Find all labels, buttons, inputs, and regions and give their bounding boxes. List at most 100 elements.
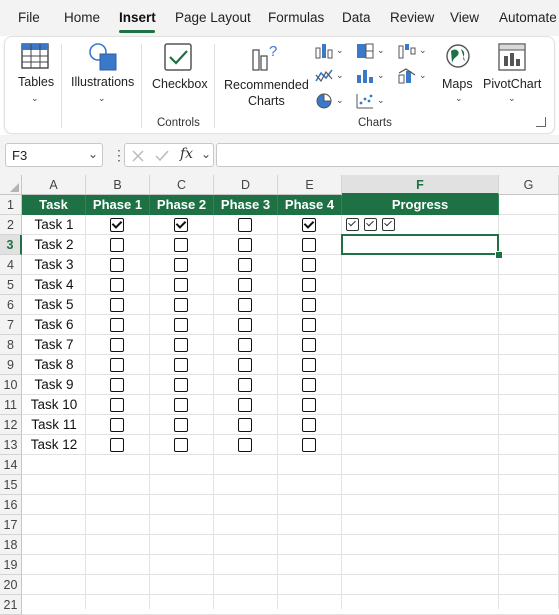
table-header-phase-2[interactable]: Phase 2 — [150, 195, 214, 215]
phase-4-checkbox[interactable] — [302, 338, 316, 352]
phase-1-checkbox[interactable] — [110, 258, 124, 272]
task-name-cell[interactable]: Task 4 — [22, 275, 86, 295]
row-header-11[interactable]: 11 — [0, 395, 22, 415]
phase-1-checkbox[interactable] — [110, 378, 124, 392]
selected-cell-f3[interactable] — [341, 234, 499, 255]
chevron-down-icon[interactable]: ⌄ — [88, 147, 98, 161]
task-name-cell[interactable]: Task 3 — [22, 255, 86, 275]
column-header-c[interactable]: C — [150, 175, 214, 195]
pivotchart-dropdown-icon[interactable]: ⌄ — [508, 93, 516, 104]
column-header-a[interactable]: A — [22, 175, 86, 195]
line-chart-button[interactable]: ⌄ — [314, 67, 346, 87]
row-header-20[interactable]: 20 — [0, 575, 22, 595]
row-header-18[interactable]: 18 — [0, 535, 22, 555]
phase-4-checkbox[interactable] — [302, 258, 316, 272]
row-header-5[interactable]: 5 — [0, 275, 22, 295]
row-header-9[interactable]: 9 — [0, 355, 22, 375]
statistic-chart-button[interactable]: ⌄ — [355, 67, 387, 87]
phase-2-checkbox[interactable] — [174, 338, 188, 352]
phase-2-checkbox[interactable] — [174, 398, 188, 412]
row-header-2[interactable]: 2 — [0, 215, 22, 235]
phase-1-checkbox[interactable] — [110, 398, 124, 412]
phase-2-checkbox[interactable] — [174, 418, 188, 432]
phase-2-checkbox[interactable] — [174, 218, 188, 232]
task-name-cell[interactable]: Task 12 — [22, 435, 86, 455]
phase-3-checkbox[interactable] — [238, 378, 252, 392]
phase-2-checkbox[interactable] — [174, 238, 188, 252]
phase-2-checkbox[interactable] — [174, 258, 188, 272]
row-header-12[interactable]: 12 — [0, 415, 22, 435]
row-header-1[interactable]: 1 — [0, 195, 22, 215]
column-chart-button[interactable]: ⌄ — [314, 42, 346, 62]
dialog-launcher-icon[interactable] — [536, 117, 546, 127]
column-header-e[interactable]: E — [278, 175, 342, 195]
table-header-task[interactable]: Task — [22, 195, 86, 215]
cancel-icon[interactable] — [131, 149, 145, 163]
menu-insert[interactable]: Insert — [119, 10, 156, 25]
task-name-cell[interactable]: Task 6 — [22, 315, 86, 335]
row-header-10[interactable]: 10 — [0, 375, 22, 395]
phase-3-checkbox[interactable] — [238, 278, 252, 292]
phase-1-checkbox[interactable] — [110, 298, 124, 312]
row-header-14[interactable]: 14 — [0, 455, 22, 475]
row-header-16[interactable]: 16 — [0, 495, 22, 515]
name-box[interactable]: F3 ⌄ — [5, 143, 103, 167]
phase-3-checkbox[interactable] — [238, 418, 252, 432]
row-header-3[interactable]: 3 — [0, 235, 22, 255]
select-all-corner[interactable] — [0, 175, 22, 195]
phase-2-checkbox[interactable] — [174, 358, 188, 372]
phase-2-checkbox[interactable] — [174, 438, 188, 452]
phase-4-checkbox[interactable] — [302, 218, 316, 232]
menu-formulas[interactable]: Formulas — [268, 10, 324, 25]
column-header-f[interactable]: F — [342, 175, 499, 195]
phase-4-checkbox[interactable] — [302, 278, 316, 292]
insert-function-icon[interactable]: fx — [180, 146, 193, 162]
row-header-6[interactable]: 6 — [0, 295, 22, 315]
phase-3-checkbox[interactable] — [238, 438, 252, 452]
task-name-cell[interactable]: Task 7 — [22, 335, 86, 355]
waterfall-chart-button[interactable]: ⌄ — [397, 42, 429, 62]
column-header-g[interactable]: G — [499, 175, 559, 195]
menu-page-layout[interactable]: Page Layout — [175, 10, 251, 25]
column-header-b[interactable]: B — [86, 175, 150, 195]
menu-data[interactable]: Data — [342, 10, 371, 25]
checkbox-button[interactable] — [150, 40, 206, 100]
task-name-cell[interactable]: Task 8 — [22, 355, 86, 375]
row-header-17[interactable]: 17 — [0, 515, 22, 535]
phase-4-checkbox[interactable] — [302, 378, 316, 392]
menu-home[interactable]: Home — [64, 10, 100, 25]
phase-4-checkbox[interactable] — [302, 398, 316, 412]
task-name-cell[interactable]: Task 10 — [22, 395, 86, 415]
phase-3-checkbox[interactable] — [238, 358, 252, 372]
phase-1-checkbox[interactable] — [110, 318, 124, 332]
task-name-cell[interactable]: Task 11 — [22, 415, 86, 435]
table-header-progress[interactable]: Progress — [342, 195, 499, 215]
phase-3-checkbox[interactable] — [238, 238, 252, 252]
phase-4-checkbox[interactable] — [302, 318, 316, 332]
menu-review[interactable]: Review — [390, 10, 434, 25]
table-header-phase-3[interactable]: Phase 3 — [214, 195, 278, 215]
chevron-down-icon[interactable]: ⌄ — [201, 147, 211, 161]
column-header-d[interactable]: D — [214, 175, 278, 195]
phase-4-checkbox[interactable] — [302, 298, 316, 312]
hierarchy-chart-button[interactable]: ⌄ — [355, 42, 387, 62]
tables-dropdown-icon[interactable]: ⌄ — [31, 93, 39, 104]
phase-2-checkbox[interactable] — [174, 318, 188, 332]
row-header-19[interactable]: 19 — [0, 555, 22, 575]
enter-icon[interactable] — [155, 149, 169, 163]
task-name-cell[interactable]: Task 1 — [22, 215, 86, 235]
phase-1-checkbox[interactable] — [110, 238, 124, 252]
combo-chart-button[interactable]: ⌄ — [397, 67, 429, 87]
phase-1-checkbox[interactable] — [110, 438, 124, 452]
phase-3-checkbox[interactable] — [238, 318, 252, 332]
table-header-phase-4[interactable]: Phase 4 — [278, 195, 342, 215]
illustrations-dropdown-icon[interactable]: ⌄ — [98, 93, 106, 104]
phase-1-checkbox[interactable] — [110, 218, 124, 232]
pie-chart-button[interactable]: ⌄ — [314, 92, 346, 112]
phase-4-checkbox[interactable] — [302, 358, 316, 372]
phase-1-checkbox[interactable] — [110, 358, 124, 372]
task-name-cell[interactable]: Task 9 — [22, 375, 86, 395]
task-name-cell[interactable]: Task 5 — [22, 295, 86, 315]
phase-1-checkbox[interactable] — [110, 418, 124, 432]
row-header-21[interactable]: 21 — [0, 595, 22, 615]
